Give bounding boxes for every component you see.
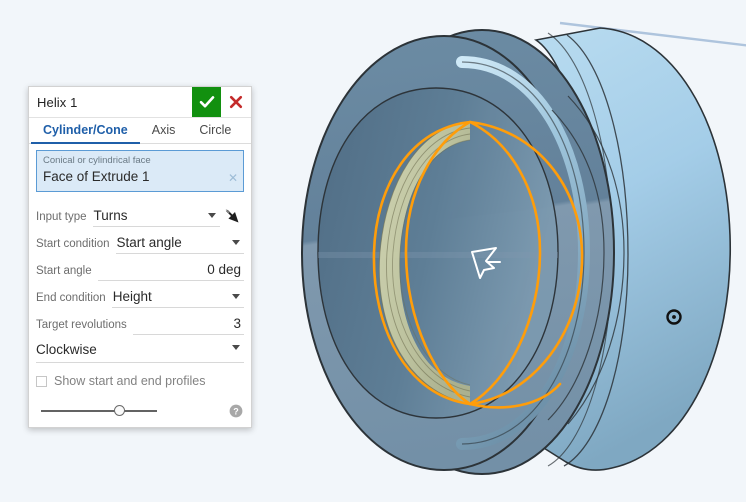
label-end-condition: End condition xyxy=(36,292,106,304)
tab-cylinder-cone[interactable]: Cylinder/Cone xyxy=(31,118,140,144)
arrow-direction-icon xyxy=(225,209,239,223)
value-start-condition: Start angle xyxy=(116,234,182,250)
value-direction: Clockwise xyxy=(36,341,97,357)
field-row-start-angle: Start angle 0 deg xyxy=(36,255,244,281)
label-input-type: Input type xyxy=(36,211,87,223)
label-target-revolutions: Target revolutions xyxy=(36,319,127,331)
value-start-angle: 0 deg xyxy=(207,261,241,277)
chevron-down-icon xyxy=(208,213,216,218)
field-row-end-condition: End condition Height xyxy=(36,282,244,308)
accept-button[interactable] xyxy=(192,87,221,117)
dialog-footer: ? xyxy=(29,398,251,427)
value-end-condition: Height xyxy=(112,288,152,304)
svg-text:?: ? xyxy=(233,406,239,416)
onshape-app-window: Helix 1 Cylinder/Cone Axis Circle Conica… xyxy=(0,0,746,502)
value-target-revolutions: 3 xyxy=(233,315,241,331)
dropdown-direction[interactable]: Clockwise xyxy=(36,336,244,363)
input-target-revolutions[interactable]: 3 xyxy=(132,312,244,335)
clear-selection-icon[interactable]: ✕ xyxy=(228,172,238,184)
dialog-body: Conical or cylindrical face Face of Extr… xyxy=(29,144,251,392)
tab-axis[interactable]: Axis xyxy=(140,118,188,144)
field-row-input-type: Input type Turns xyxy=(36,201,244,227)
close-icon xyxy=(229,95,243,109)
field-row-start-condition: Start condition Start angle xyxy=(36,228,244,254)
checkbox-show-profiles[interactable]: Show start and end profiles xyxy=(36,370,244,392)
face-selection-value: Face of Extrude 1 xyxy=(43,169,150,184)
chevron-down-icon xyxy=(232,240,240,245)
dropdown-input-type[interactable]: Turns xyxy=(92,204,220,227)
opacity-slider[interactable] xyxy=(41,404,157,418)
question-mark-icon: ? xyxy=(229,404,243,418)
dialog-title: Helix 1 xyxy=(37,94,78,110)
dialog-titlebar[interactable]: Helix 1 xyxy=(29,87,251,118)
chevron-down-icon xyxy=(232,345,240,350)
dropdown-end-condition[interactable]: Height xyxy=(111,285,244,308)
face-selection-field[interactable]: Conical or cylindrical face Face of Extr… xyxy=(36,150,244,192)
label-start-condition: Start condition xyxy=(36,238,110,250)
check-icon xyxy=(199,96,214,108)
slider-track xyxy=(41,410,157,412)
checkbox-box-icon[interactable] xyxy=(36,375,47,387)
input-start-angle[interactable]: 0 deg xyxy=(97,258,244,281)
checkbox-show-profiles-label: Show start and end profiles xyxy=(54,374,206,388)
slider-thumb[interactable] xyxy=(114,405,125,416)
helix-feature-dialog[interactable]: Helix 1 Cylinder/Cone Axis Circle Conica… xyxy=(28,86,252,428)
chevron-down-icon xyxy=(232,294,240,299)
face-selection-label: Conical or cylindrical face xyxy=(43,155,151,166)
tab-circle[interactable]: Circle xyxy=(187,118,243,144)
help-icon[interactable]: ? xyxy=(229,404,243,418)
dropdown-start-condition[interactable]: Start angle xyxy=(115,231,244,254)
flip-direction-icon[interactable] xyxy=(220,205,244,227)
label-start-angle: Start angle xyxy=(36,265,92,277)
field-row-target-revolutions: Target revolutions 3 xyxy=(36,309,244,335)
value-input-type: Turns xyxy=(93,207,128,223)
dialog-tabs[interactable]: Cylinder/Cone Axis Circle xyxy=(29,118,251,144)
cancel-button[interactable] xyxy=(221,87,251,117)
